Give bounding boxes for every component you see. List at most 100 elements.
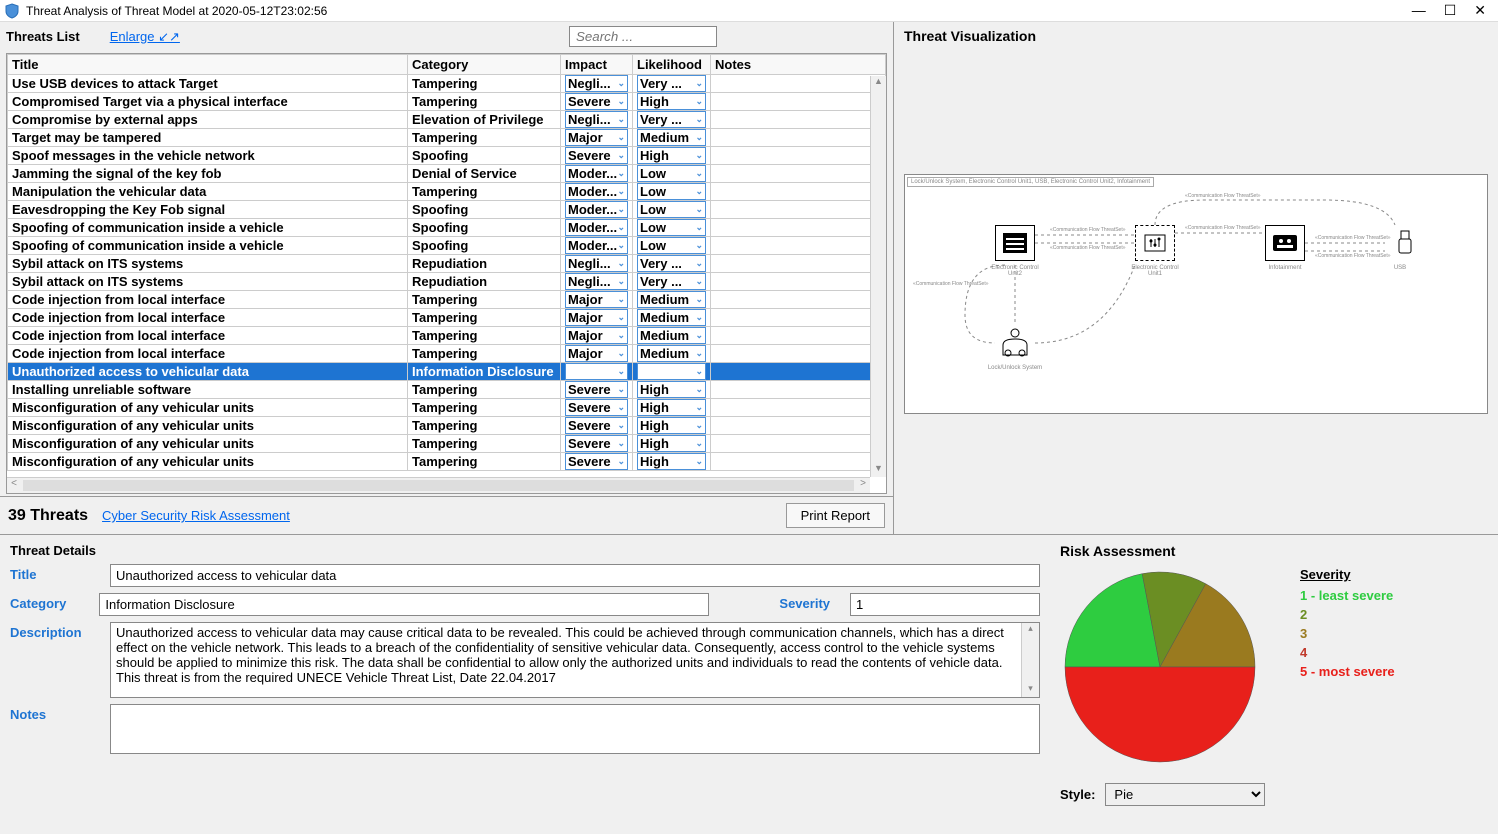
chevron-down-icon: ⌄ — [617, 420, 625, 431]
impact-dropdown[interactable]: Major⌄ — [565, 129, 628, 146]
impact-dropdown[interactable]: Severe⌄ — [565, 435, 628, 452]
col-category[interactable]: Category — [408, 55, 561, 75]
threats-table[interactable]: Title Category Impact Likelihood Notes U… — [6, 53, 887, 494]
description-scrollbar[interactable]: ▴▾ — [1021, 623, 1039, 697]
likelihood-dropdown[interactable]: High⌄ — [637, 147, 706, 164]
viz-node-ecu1[interactable] — [1135, 225, 1175, 261]
impact-dropdown[interactable]: Moder...⌄ — [565, 237, 628, 254]
likelihood-dropdown[interactable]: Medium⌄ — [637, 309, 706, 326]
severity-label: Severity — [779, 593, 830, 611]
likelihood-dropdown[interactable]: Medium⌄ — [637, 345, 706, 362]
table-row[interactable]: Target may be tamperedTamperingMajor⌄Med… — [8, 129, 886, 147]
likelihood-dropdown[interactable]: Medium⌄ — [637, 327, 706, 344]
impact-dropdown[interactable]: Severe⌄ — [565, 381, 628, 398]
description-field[interactable]: Unauthorized access to vehicular data ma… — [110, 622, 1040, 698]
notes-field[interactable] — [110, 704, 1040, 754]
likelihood-dropdown[interactable]: High⌄ — [637, 93, 706, 110]
viz-node-usb[interactable] — [1385, 225, 1425, 261]
search-input[interactable] — [569, 26, 717, 47]
likelihood-dropdown[interactable]: Very ...⌄ — [637, 111, 706, 128]
table-row[interactable]: Spoof messages in the vehicle networkSpo… — [8, 147, 886, 165]
chevron-down-icon: ⌄ — [695, 240, 703, 251]
impact-dropdown[interactable]: Severe⌄ — [565, 417, 628, 434]
likelihood-dropdown[interactable]: Very ...⌄ — [637, 273, 706, 290]
table-row[interactable]: Sybil attack on ITS systemsRepudiationNe… — [8, 273, 886, 291]
table-row[interactable]: Use USB devices to attack TargetTamperin… — [8, 75, 886, 93]
table-row[interactable]: Unauthorized access to vehicular dataInf… — [8, 363, 886, 381]
impact-dropdown[interactable]: Severe⌄ — [565, 147, 628, 164]
impact-dropdown[interactable]: Negli...⌄ — [565, 363, 628, 380]
impact-dropdown[interactable]: Negli...⌄ — [565, 273, 628, 290]
col-likelihood[interactable]: Likelihood — [633, 55, 711, 75]
likelihood-dropdown[interactable]: High⌄ — [637, 399, 706, 416]
impact-dropdown[interactable]: Severe⌄ — [565, 453, 628, 470]
impact-dropdown[interactable]: Major⌄ — [565, 345, 628, 362]
col-impact[interactable]: Impact — [561, 55, 633, 75]
likelihood-dropdown[interactable]: High⌄ — [637, 435, 706, 452]
table-row[interactable]: Misconfiguration of any vehicular unitsT… — [8, 453, 886, 471]
viz-node-ecu2[interactable] — [995, 225, 1035, 261]
table-row[interactable]: Jamming the signal of the key fobDenial … — [8, 165, 886, 183]
table-row[interactable]: Code injection from local interfaceTampe… — [8, 309, 886, 327]
likelihood-dropdown[interactable]: Medium⌄ — [637, 291, 706, 308]
impact-dropdown[interactable]: Negli...⌄ — [565, 111, 628, 128]
likelihood-dropdown[interactable]: High⌄ — [637, 417, 706, 434]
likelihood-dropdown[interactable]: Low⌄ — [637, 165, 706, 182]
table-row[interactable]: Misconfiguration of any vehicular unitsT… — [8, 399, 886, 417]
vertical-scrollbar[interactable]: ▲▼ — [870, 76, 886, 477]
likelihood-dropdown[interactable]: Low⌄ — [637, 183, 706, 200]
impact-dropdown[interactable]: Major⌄ — [565, 291, 628, 308]
viz-node-lock[interactable] — [995, 325, 1035, 361]
minimize-icon[interactable]: — — [1412, 2, 1426, 19]
enlarge-link[interactable]: Enlarge ↙↗ — [110, 29, 180, 45]
col-title[interactable]: Title — [8, 55, 408, 75]
likelihood-dropdown[interactable]: Very ...⌄ — [637, 363, 706, 380]
impact-dropdown[interactable]: Severe⌄ — [565, 93, 628, 110]
likelihood-dropdown[interactable]: High⌄ — [637, 381, 706, 398]
table-row[interactable]: Sybil attack on ITS systemsRepudiationNe… — [8, 255, 886, 273]
severity-field[interactable]: 1 — [850, 593, 1040, 616]
impact-dropdown[interactable]: Moder...⌄ — [565, 165, 628, 182]
likelihood-dropdown[interactable]: Low⌄ — [637, 219, 706, 236]
table-row[interactable]: Compromised Target via a physical interf… — [8, 93, 886, 111]
impact-dropdown[interactable]: Major⌄ — [565, 327, 628, 344]
impact-dropdown[interactable]: Moder...⌄ — [565, 219, 628, 236]
col-notes[interactable]: Notes — [711, 55, 886, 75]
table-row[interactable]: Compromise by external appsElevation of … — [8, 111, 886, 129]
maximize-icon[interactable]: ☐ — [1444, 2, 1457, 19]
chevron-down-icon: ⌄ — [617, 150, 625, 161]
likelihood-dropdown[interactable]: Low⌄ — [637, 201, 706, 218]
table-row[interactable]: Misconfiguration of any vehicular unitsT… — [8, 417, 886, 435]
table-row[interactable]: Spoofing of communication inside a vehic… — [8, 219, 886, 237]
likelihood-dropdown[interactable]: High⌄ — [637, 453, 706, 470]
impact-dropdown[interactable]: Negli...⌄ — [565, 75, 628, 92]
likelihood-dropdown[interactable]: Very ...⌄ — [637, 255, 706, 272]
table-row[interactable]: Spoofing of communication inside a vehic… — [8, 237, 886, 255]
horizontal-scrollbar[interactable]: <> — [7, 477, 870, 493]
table-row[interactable]: Misconfiguration of any vehicular unitsT… — [8, 435, 886, 453]
likelihood-dropdown[interactable]: Low⌄ — [637, 237, 706, 254]
impact-dropdown[interactable]: Moder...⌄ — [565, 201, 628, 218]
visualization-canvas[interactable]: Lock/Unlock System, Electronic Control U… — [904, 174, 1488, 414]
table-row[interactable]: Manipulation the vehicular dataTampering… — [8, 183, 886, 201]
risk-assessment-link[interactable]: Cyber Security Risk Assessment — [102, 508, 290, 523]
table-row[interactable]: Code injection from local interfaceTampe… — [8, 291, 886, 309]
chevron-down-icon: ⌄ — [695, 402, 703, 413]
title-field[interactable]: Unauthorized access to vehicular data — [110, 564, 1040, 587]
style-select[interactable]: Pie — [1105, 783, 1265, 806]
category-field[interactable]: Information Disclosure — [99, 593, 709, 616]
print-report-button[interactable]: Print Report — [786, 503, 885, 528]
impact-dropdown[interactable]: Negli...⌄ — [565, 255, 628, 272]
likelihood-dropdown[interactable]: Medium⌄ — [637, 129, 706, 146]
impact-dropdown[interactable]: Moder...⌄ — [565, 183, 628, 200]
likelihood-dropdown[interactable]: Very ...⌄ — [637, 75, 706, 92]
table-row[interactable]: Code injection from local interfaceTampe… — [8, 327, 886, 345]
table-row[interactable]: Eavesdropping the Key Fob signalSpoofing… — [8, 201, 886, 219]
table-row[interactable]: Code injection from local interfaceTampe… — [8, 345, 886, 363]
table-row[interactable]: Installing unreliable softwareTamperingS… — [8, 381, 886, 399]
impact-dropdown[interactable]: Major⌄ — [565, 309, 628, 326]
close-icon[interactable]: ✕ — [1474, 2, 1486, 19]
viz-node-infotainment[interactable] — [1265, 225, 1305, 261]
impact-dropdown[interactable]: Severe⌄ — [565, 399, 628, 416]
chevron-down-icon: ⌄ — [695, 186, 703, 197]
